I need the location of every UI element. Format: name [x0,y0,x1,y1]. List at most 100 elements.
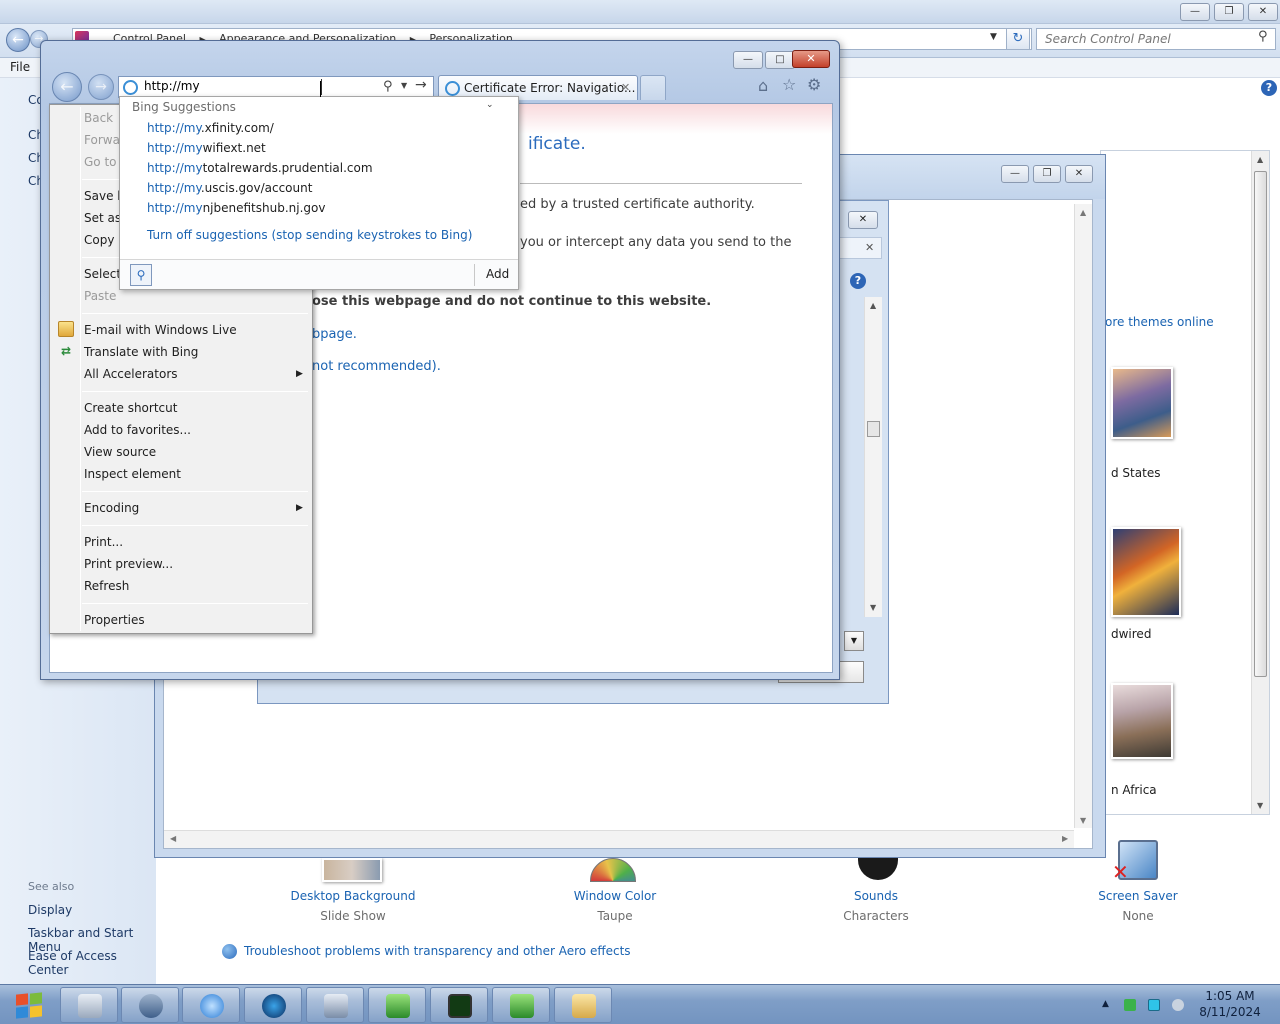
home-icon[interactable]: ⌂ [758,76,768,95]
search-input[interactable]: Search Control Panel [1036,28,1276,50]
turn-off-suggestions-link[interactable]: Turn off suggestions (stop sending keyst… [147,228,472,242]
refresh-icon[interactable]: ↻ [1006,28,1030,50]
menu-item-properties[interactable]: Properties [84,613,145,627]
chevron-down-icon[interactable]: ▼ [990,32,997,42]
search-icon[interactable]: ⚲ [383,79,393,94]
help-icon[interactable]: ? [1261,80,1277,96]
theme-label[interactable]: n Africa [1111,783,1157,797]
scroll-left-icon[interactable]: ◀ [170,834,176,843]
search-icon[interactable]: ⚲ [130,264,152,286]
theme-label[interactable]: d States [1111,466,1160,480]
scroll-down-icon[interactable]: ▼ [1080,816,1086,825]
scroll-right-icon[interactable]: ▶ [1062,834,1068,843]
ie-forward-icon[interactable]: → [88,74,114,100]
menu-file[interactable]: File [10,60,30,74]
tray-clock[interactable]: 1:05 AM 8/11/2024 [1190,988,1270,1020]
desktop-background-thumbnail[interactable] [322,858,382,882]
taskbar-explorer[interactable] [60,987,118,1023]
minimize-button[interactable]: — [1001,165,1029,183]
back-arrow-icon[interactable]: ← [6,28,30,52]
menu-item-add-to-favorites[interactable]: Add to favorites... [84,423,191,437]
window-color-link[interactable]: Window Color [535,889,695,903]
taskbar-ie[interactable] [182,987,240,1023]
sounds-icon[interactable] [858,858,898,880]
dropdown-arrow-icon[interactable]: ▼ [844,631,864,651]
close-button[interactable]: ✕ [1065,165,1093,183]
restore-button[interactable]: ❐ [1214,3,1244,21]
screen-saver-link[interactable]: Screen Saver [1058,889,1218,903]
menu-item-print[interactable]: Print... [84,535,123,549]
scroll-down-icon[interactable]: ▼ [870,603,876,612]
theme-label[interactable]: dwired [1111,627,1151,641]
theme-thumbnail[interactable] [1111,683,1173,759]
menu-item-translate-bing[interactable]: Translate with Bing [84,345,198,359]
restore-button[interactable]: ❐ [1033,165,1061,183]
network-tray-icon[interactable] [1148,999,1160,1011]
tab-close-icon[interactable]: ✕ [621,81,630,94]
minimize-button[interactable]: — [1180,3,1210,21]
search-icon[interactable]: ⚲ [1258,29,1268,44]
menu-item-paste[interactable]: Paste [84,289,116,303]
dropdown-arrow-icon[interactable]: ▼ [401,81,407,90]
vertical-scrollbar[interactable]: ▲ ▼ [864,297,882,617]
suggestion-item[interactable]: http://my.xfinity.com/ [147,121,274,135]
theme-thumbnail[interactable] [1111,367,1173,439]
menu-item-email-windows-live[interactable]: E-mail with Windows Live [84,323,237,337]
see-also-display-link[interactable]: Display [28,903,72,917]
vertical-scrollbar[interactable]: ▲ ▼ [1074,204,1092,828]
suggestion-item[interactable]: http://mynjbenefitshub.nj.gov [147,201,325,215]
themes-scrollbar[interactable]: ▲ ▼ [1251,151,1269,814]
menu-item-view-source[interactable]: View source [84,445,156,459]
maximize-button[interactable]: □ [765,51,795,69]
tab-title[interactable]: Certificate Error: Navigatio... [464,81,635,95]
favorites-star-icon[interactable]: ☆ [782,75,796,94]
close-webpage-link[interactable]: bpage. [312,327,357,342]
tray-app-icon[interactable] [1124,999,1136,1011]
menu-item-back[interactable]: Back [84,111,113,125]
minimize-button[interactable]: — [733,51,763,69]
suggestion-item[interactable]: http://my.uscis.gov/account [147,181,312,195]
taskbar-network[interactable] [306,987,364,1023]
add-search-provider-button[interactable]: Add [486,267,509,281]
go-arrow-icon[interactable]: → [415,77,427,93]
get-more-themes-link[interactable]: ore themes online [1105,315,1214,329]
continue-website-link[interactable]: not recommended). [312,359,441,374]
ie-back-icon[interactable]: ← [52,72,82,102]
chevron-down-icon[interactable]: ⌄ [486,100,494,110]
scroll-up-icon[interactable]: ▲ [1080,208,1086,217]
theme-thumbnail[interactable] [1111,527,1181,617]
close-icon[interactable]: ✕ [865,241,874,254]
horizontal-scrollbar[interactable]: ◀ ▶ [164,830,1074,848]
menu-item-inspect-element[interactable]: Inspect element [84,467,181,481]
desktop-background-link[interactable]: Desktop Background [273,889,433,903]
volume-tray-icon[interactable] [1172,999,1184,1011]
close-button[interactable]: ✕ [1248,3,1278,21]
taskbar-media[interactable] [244,987,302,1023]
tools-gear-icon[interactable]: ⚙ [807,75,821,94]
scroll-down-icon[interactable]: ▼ [1257,801,1263,810]
suggestion-item[interactable]: http://mywifiext.net [147,141,266,155]
ie-close-button[interactable]: ✕ [792,50,830,68]
taskbar-folder[interactable] [554,987,612,1023]
see-also-ease-of-access-link[interactable]: Ease of Access Center [28,949,156,977]
address-input-value[interactable]: http://my [144,79,200,93]
close-button[interactable]: ✕ [848,211,878,229]
sounds-link[interactable]: Sounds [796,889,956,903]
taskbar-app-green-2[interactable] [492,987,550,1023]
show-hidden-icons-icon[interactable]: ▲ [1102,999,1109,1009]
start-button[interactable] [6,988,52,1022]
help-icon[interactable]: ? [850,273,866,289]
scrollbar-thumb[interactable] [867,421,880,437]
menu-item-encoding[interactable]: Encoding [84,501,139,515]
scroll-up-icon[interactable]: ▲ [870,301,876,310]
taskbar-app-green[interactable] [368,987,426,1023]
taskbar-monitor[interactable] [430,987,488,1023]
new-tab-button[interactable] [640,75,666,100]
menu-item-print-preview[interactable]: Print preview... [84,557,173,571]
window-color-icon[interactable] [590,858,636,882]
scrollbar-thumb[interactable] [1254,171,1267,677]
menu-item-select-all[interactable]: Select [84,267,121,281]
menu-item-all-accelerators[interactable]: All Accelerators [84,367,178,381]
taskbar-app[interactable] [121,987,179,1023]
suggestion-item[interactable]: http://mytotalrewards.prudential.com [147,161,373,175]
